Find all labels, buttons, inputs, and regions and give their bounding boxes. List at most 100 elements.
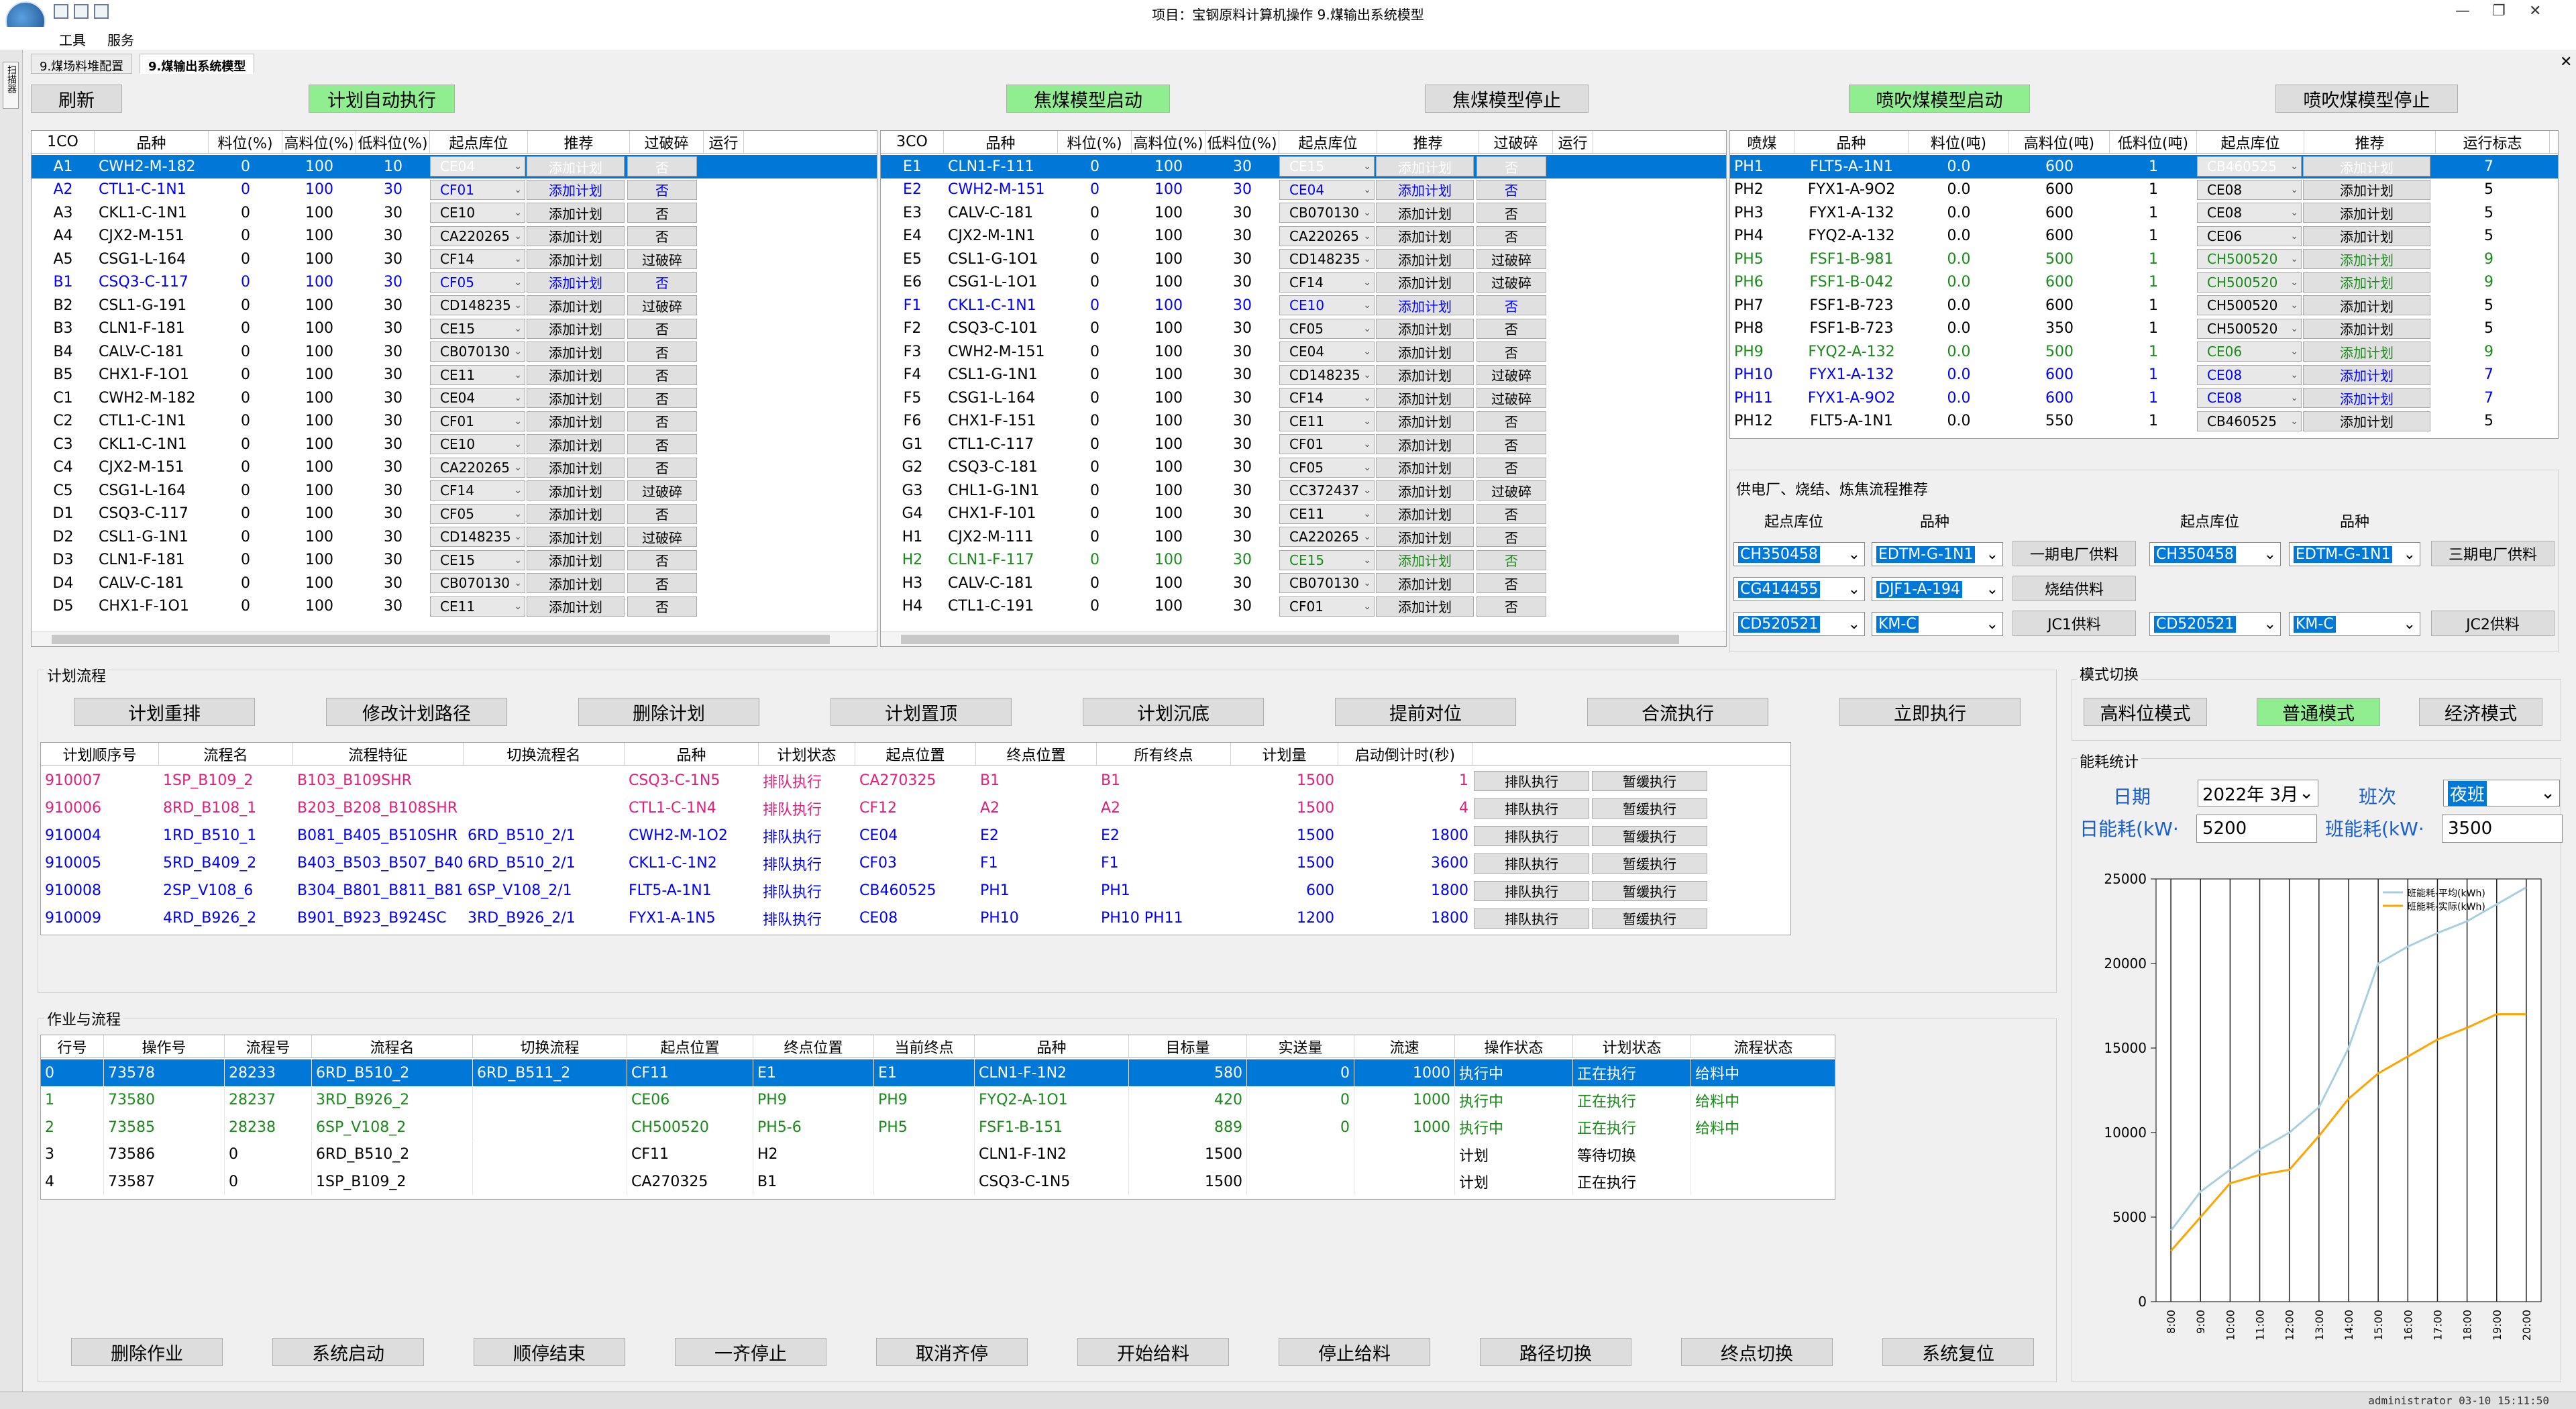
coal-3co-row[interactable]: G4 CHX1-F-101 0 100 30 CE11 ⌄ 添加计划否 [881, 503, 1726, 526]
add-plan-button[interactable]: 添加计划 [1376, 503, 1474, 524]
auto-plan-button[interactable]: 计划自动执行 [309, 85, 455, 113]
supply-var-3b[interactable]: KM-C ⌄ [2289, 612, 2420, 636]
coal-3co-row[interactable]: E2 CWH2-M-151 0 100 30 CE04 ⌄ 添加计划否 [881, 178, 1726, 202]
add-plan-button[interactable]: 添加计划 [2303, 411, 2430, 431]
jc1-supply-button[interactable]: JC1供料 [2012, 611, 2136, 636]
add-plan-button[interactable]: 添加计划 [2303, 295, 2430, 316]
start-location-select[interactable]: CB070130 ⌄ [430, 342, 525, 362]
add-plan-button[interactable]: 添加计划 [527, 318, 625, 339]
start-location-select[interactable]: CE10 ⌄ [430, 434, 525, 455]
coal-3co-row[interactable]: F1 CKL1-C-1N1 0 100 30 CE10 ⌄ 添加计划否 [881, 294, 1726, 317]
power-plant-3-supply-button[interactable]: 三期电厂供料 [2431, 541, 2555, 566]
injection-row[interactable]: PH10 FYX1-A-132 0.0 600 1 CE08 ⌄ 添加计划 7 [1730, 364, 2558, 387]
add-plan-button[interactable]: 添加计划 [2303, 272, 2430, 293]
close-tab-icon[interactable]: ✕ [2560, 54, 2572, 70]
cancel-all-stop-button[interactable]: 取消齐停 [876, 1338, 1028, 1366]
add-plan-button[interactable]: 添加计划 [1376, 342, 1474, 362]
power-plant-1-supply-button[interactable]: 一期电厂供料 [2012, 541, 2136, 566]
add-plan-button[interactable]: 添加计划 [527, 434, 625, 455]
crush-toggle[interactable]: 过破碎 [627, 295, 697, 316]
start-location-select[interactable]: CF14 ⌄ [430, 249, 525, 270]
add-plan-button[interactable]: 添加计划 [527, 596, 625, 617]
add-plan-button[interactable]: 添加计划 [1376, 364, 1474, 385]
crush-toggle[interactable]: 过破碎 [1477, 272, 1546, 293]
add-plan-button[interactable]: 添加计划 [1376, 434, 1474, 455]
add-plan-button[interactable]: 添加计划 [1376, 573, 1474, 594]
crush-toggle[interactable]: 否 [1477, 550, 1546, 570]
injection-row[interactable]: PH5 FSF1-B-981 0.0 500 1 CH500520 ⌄ 添加计划 9 [1730, 248, 2558, 271]
start-location-select[interactable]: CF05 ⌄ [430, 503, 525, 524]
crush-toggle[interactable]: 否 [627, 434, 697, 455]
shift-energy-field[interactable]: 3500 [2442, 815, 2563, 843]
coal-3co-row[interactable]: E5 CSL1-G-1O1 0 100 30 CD148235 ⌄ 添加计划 过破碎 [881, 248, 1726, 271]
start-location-select[interactable]: CB460525 ⌄ [2197, 156, 2302, 177]
start-location-select[interactable]: CE04 ⌄ [430, 388, 525, 409]
add-plan-button[interactable]: 添加计划 [1376, 527, 1474, 547]
crush-toggle[interactable]: 否 [1477, 295, 1546, 316]
crush-toggle[interactable]: 否 [1477, 203, 1546, 223]
start-location-select[interactable]: CE08 ⌄ [2197, 203, 2302, 223]
pause-execute-button[interactable]: 暂缓执行 [1592, 853, 1707, 874]
coal-1co-row[interactable]: B1 CSQ3-C-117 0 100 30 CF05 ⌄ 添加计划否 [32, 271, 877, 295]
start-location-select[interactable]: CE08 ⌄ [2197, 388, 2302, 409]
start-location-select[interactable]: CE08 ⌄ [2197, 179, 2302, 200]
start-location-select[interactable]: CF01 ⌄ [1279, 434, 1375, 455]
coal-3co-row[interactable]: H2 CLN1-F-117 0 100 30 CE15 ⌄ 添加计划否 [881, 549, 1726, 572]
pause-execute-button[interactable]: 暂缓执行 [1592, 770, 1707, 791]
start-location-select[interactable]: CD148235 ⌄ [430, 527, 525, 547]
add-plan-button[interactable]: 添加计划 [527, 573, 625, 594]
start-location-select[interactable]: CF14 ⌄ [430, 480, 525, 501]
start-location-select[interactable]: CF01 ⌄ [430, 411, 525, 431]
start-location-select[interactable]: CE11 ⌄ [430, 596, 525, 617]
start-location-select[interactable]: CE15 ⌄ [1279, 156, 1375, 177]
crush-toggle[interactable]: 否 [627, 364, 697, 385]
plan-bottom-button[interactable]: 计划沉底 [1083, 698, 1264, 726]
supply-loc-1[interactable]: CH350458 ⌄ [1733, 542, 1865, 566]
add-plan-button[interactable]: 添加计划 [527, 388, 625, 409]
add-plan-button[interactable]: 添加计划 [1376, 457, 1474, 478]
add-plan-button[interactable]: 添加计划 [527, 550, 625, 570]
ops-row[interactable]: 2 73585 28238 6SP_V108_2 CH500520 PH5-6 PH5 FSF… [41, 1114, 1835, 1141]
modify-plan-path-button[interactable]: 修改计划路径 [326, 698, 507, 726]
add-plan-button[interactable]: 添加计划 [1376, 272, 1474, 293]
ops-row[interactable]: 4 73587 0 1SP_B109_2 CA270325 B1 CSQ3-C-1N5 150… [41, 1168, 1835, 1195]
add-plan-button[interactable]: 添加计划 [1376, 156, 1474, 177]
coal-3co-row[interactable]: E1 CLN1-F-111 0 100 30 CE15 ⌄ 添加计划否 [881, 155, 1726, 178]
coal-1co-row[interactable]: D1 CSQ3-C-117 0 100 30 CF05 ⌄ 添加计划否 [32, 503, 877, 526]
add-plan-button[interactable]: 添加计划 [527, 249, 625, 270]
crush-toggle[interactable]: 否 [1477, 503, 1546, 524]
coal-1co-row[interactable]: D3 CLN1-F-181 0 100 30 CE15 ⌄ 添加计划否 [32, 549, 877, 572]
plan-row[interactable]: 910008 2SP_V108_6 B304_B801_B811_B815SC6SP… [41, 877, 1790, 904]
menu-service[interactable]: 服务 [107, 30, 134, 49]
start-location-select[interactable]: CF14 ⌄ [1279, 272, 1375, 293]
high-level-mode-button[interactable]: 高料位模式 [2084, 698, 2207, 726]
start-location-select[interactable]: CE10 ⌄ [1279, 295, 1375, 316]
add-plan-button[interactable]: 添加计划 [527, 480, 625, 501]
add-plan-button[interactable]: 添加计划 [2303, 318, 2430, 339]
ops-row[interactable]: 3 73586 0 6RD_B510_2 CF11 H2 CLN1-F-1N2 1500 计划等… [41, 1141, 1835, 1168]
normal-mode-button[interactable]: 普通模式 [2257, 698, 2380, 726]
scrollbar-thumb[interactable] [901, 635, 1679, 644]
add-plan-button[interactable]: 添加计划 [1376, 480, 1474, 501]
crush-toggle[interactable]: 过破碎 [627, 527, 697, 547]
start-location-select[interactable]: CF05 ⌄ [1279, 457, 1375, 478]
start-location-select[interactable]: CE10 ⌄ [430, 203, 525, 223]
start-location-select[interactable]: CE04 ⌄ [1279, 179, 1375, 200]
coal-1co-row[interactable]: C2 CTL1-C-1N1 0 100 30 CF01 ⌄ 添加计划否 [32, 410, 877, 433]
start-location-select[interactable]: CE04 ⌄ [430, 156, 525, 177]
injection-row[interactable]: PH12 FLT5-A-1N1 0.0 550 1 CB460525 ⌄ 添加计划 5 [1730, 410, 2558, 433]
add-plan-button[interactable]: 添加计划 [1376, 203, 1474, 223]
coal-3co-row[interactable]: H4 CTL1-C-191 0 100 30 CF01 ⌄ 添加计划否 [881, 595, 1726, 619]
coal-1co-row[interactable]: C4 CJX2-M-151 0 100 30 CA220265 ⌄ 添加计划否 [32, 456, 877, 480]
injection-row[interactable]: PH6 FSF1-B-042 0.0 600 1 CH500520 ⌄ 添加计划 9 [1730, 271, 2558, 295]
add-plan-button[interactable]: 添加计划 [2303, 203, 2430, 223]
start-location-select[interactable]: CF05 ⌄ [430, 272, 525, 293]
add-plan-button[interactable]: 添加计划 [2303, 179, 2430, 200]
start-location-select[interactable]: CE06 ⌄ [2197, 225, 2302, 246]
delete-plan-button[interactable]: 删除计划 [578, 698, 759, 726]
add-plan-button[interactable]: 添加计划 [1376, 295, 1474, 316]
crush-toggle[interactable]: 过破碎 [1477, 249, 1546, 270]
pause-execute-button[interactable]: 暂缓执行 [1592, 798, 1707, 819]
queue-execute-button[interactable]: 排队执行 [1474, 798, 1589, 819]
crush-toggle[interactable]: 过破碎 [627, 480, 697, 501]
